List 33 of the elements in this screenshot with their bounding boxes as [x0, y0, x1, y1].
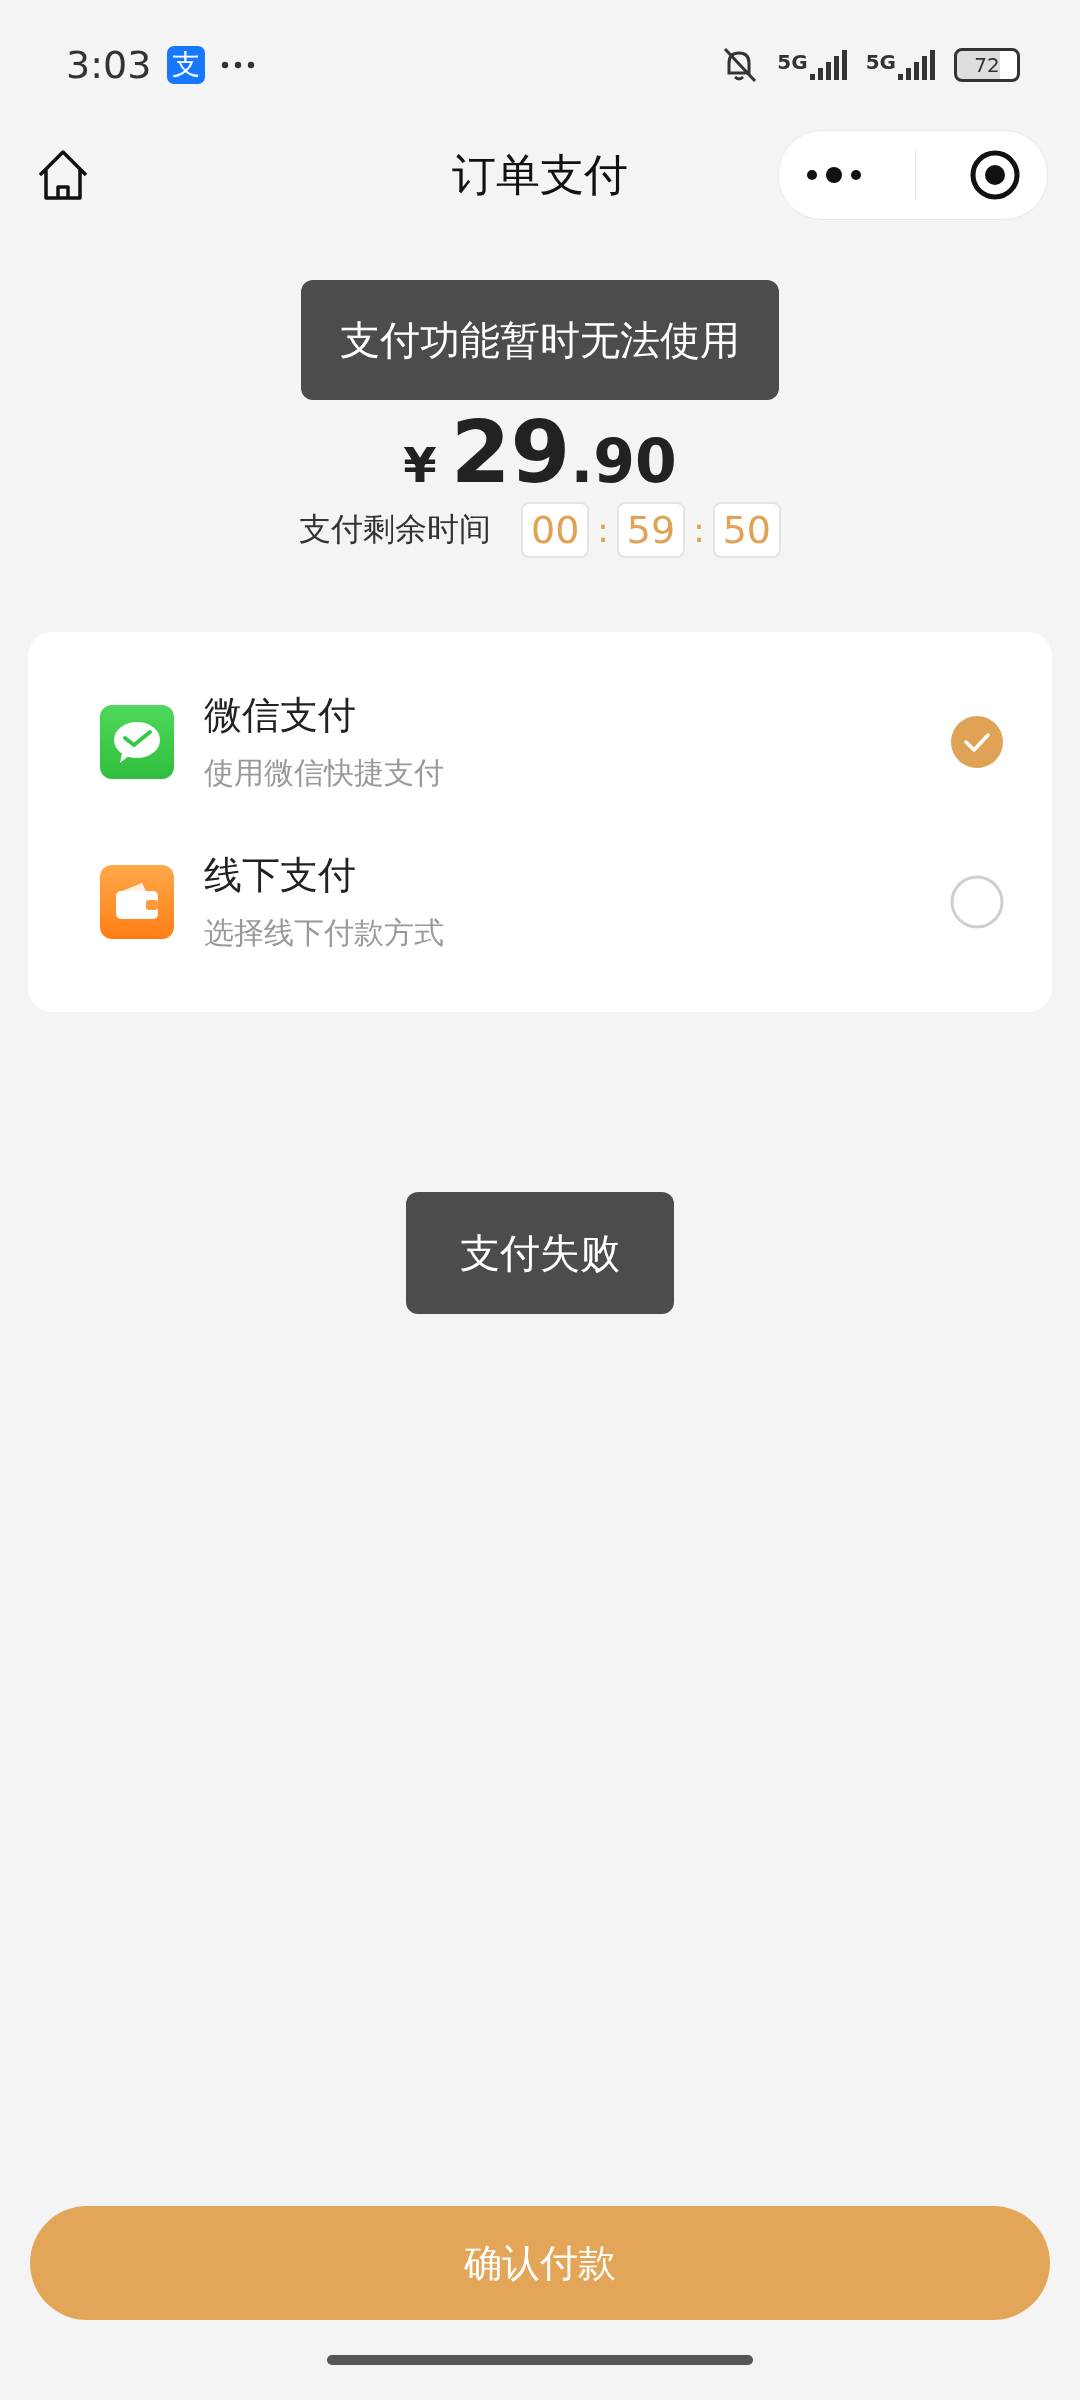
timer-separator: : — [597, 510, 609, 550]
more-icon — [221, 61, 256, 69]
app-badge: 支 — [167, 46, 206, 84]
network-label: 5G — [865, 50, 896, 74]
timer-separator: : — [693, 510, 705, 550]
method-description: 使用微信快捷支付 — [204, 754, 445, 792]
signal-icon — [898, 50, 938, 80]
toast-message: 支付失败 — [406, 1192, 674, 1314]
currency-symbol: ¥ — [403, 437, 437, 493]
status-time: 3:03 — [66, 43, 152, 87]
more-icon[interactable] — [805, 167, 862, 183]
method-description: 选择线下付款方式 — [204, 914, 445, 952]
timer-digits: 59 — [616, 502, 686, 558]
network-label: 5G — [777, 50, 808, 74]
payment-option[interactable]: 线下支付 选择线下付款方式 — [28, 822, 1052, 982]
method-name: 微信支付 — [204, 692, 357, 739]
wallet-icon — [100, 865, 174, 939]
timer-digits: 50 — [712, 502, 781, 558]
timer-label: 支付剩余时间 — [299, 509, 491, 550]
method-name: 线下支付 — [204, 852, 357, 899]
price-integer: 29 — [450, 402, 571, 502]
radio-button[interactable] — [950, 875, 1004, 929]
close-target-icon[interactable] — [968, 149, 1021, 201]
page-title: 订单支付 — [452, 147, 628, 202]
signal-icon — [809, 50, 850, 80]
checked-radio-icon[interactable] — [950, 715, 1004, 769]
home-icon[interactable] — [36, 149, 90, 201]
payment-option[interactable]: 微信支付 使用微信快捷支付 — [28, 662, 1052, 822]
chat-bubble-icon — [100, 705, 174, 779]
timer-digits: 00 — [521, 502, 590, 558]
battery-level: 72 — [974, 55, 1000, 75]
toast-message: 支付功能暂时无法使用 — [301, 280, 779, 400]
price-decimal: .90 — [570, 426, 677, 496]
